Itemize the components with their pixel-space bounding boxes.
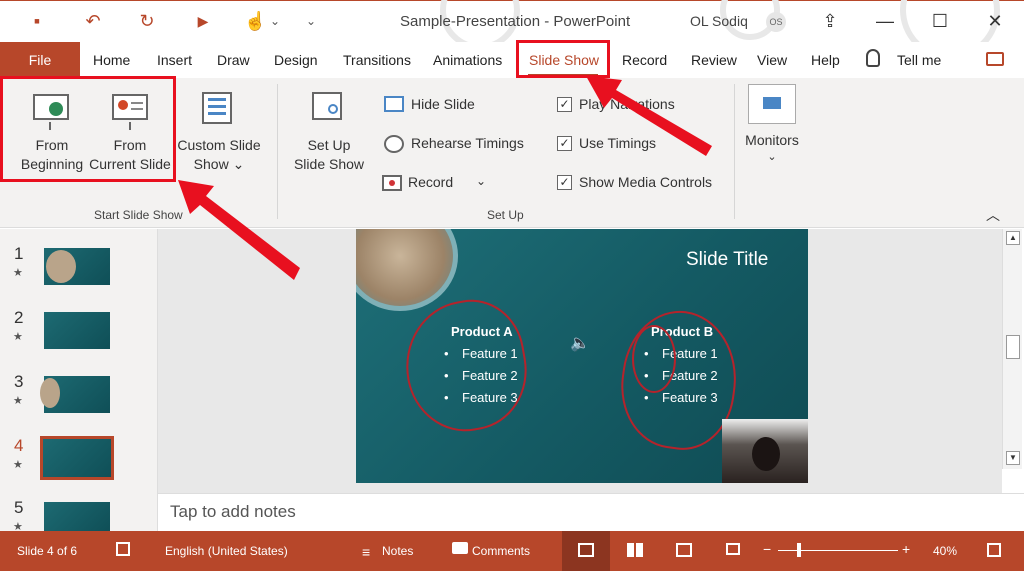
annotation-arrows bbox=[178, 76, 712, 280]
arrow-to-slideshow-tab bbox=[586, 76, 712, 156]
arrow-to-start-group bbox=[178, 180, 300, 280]
